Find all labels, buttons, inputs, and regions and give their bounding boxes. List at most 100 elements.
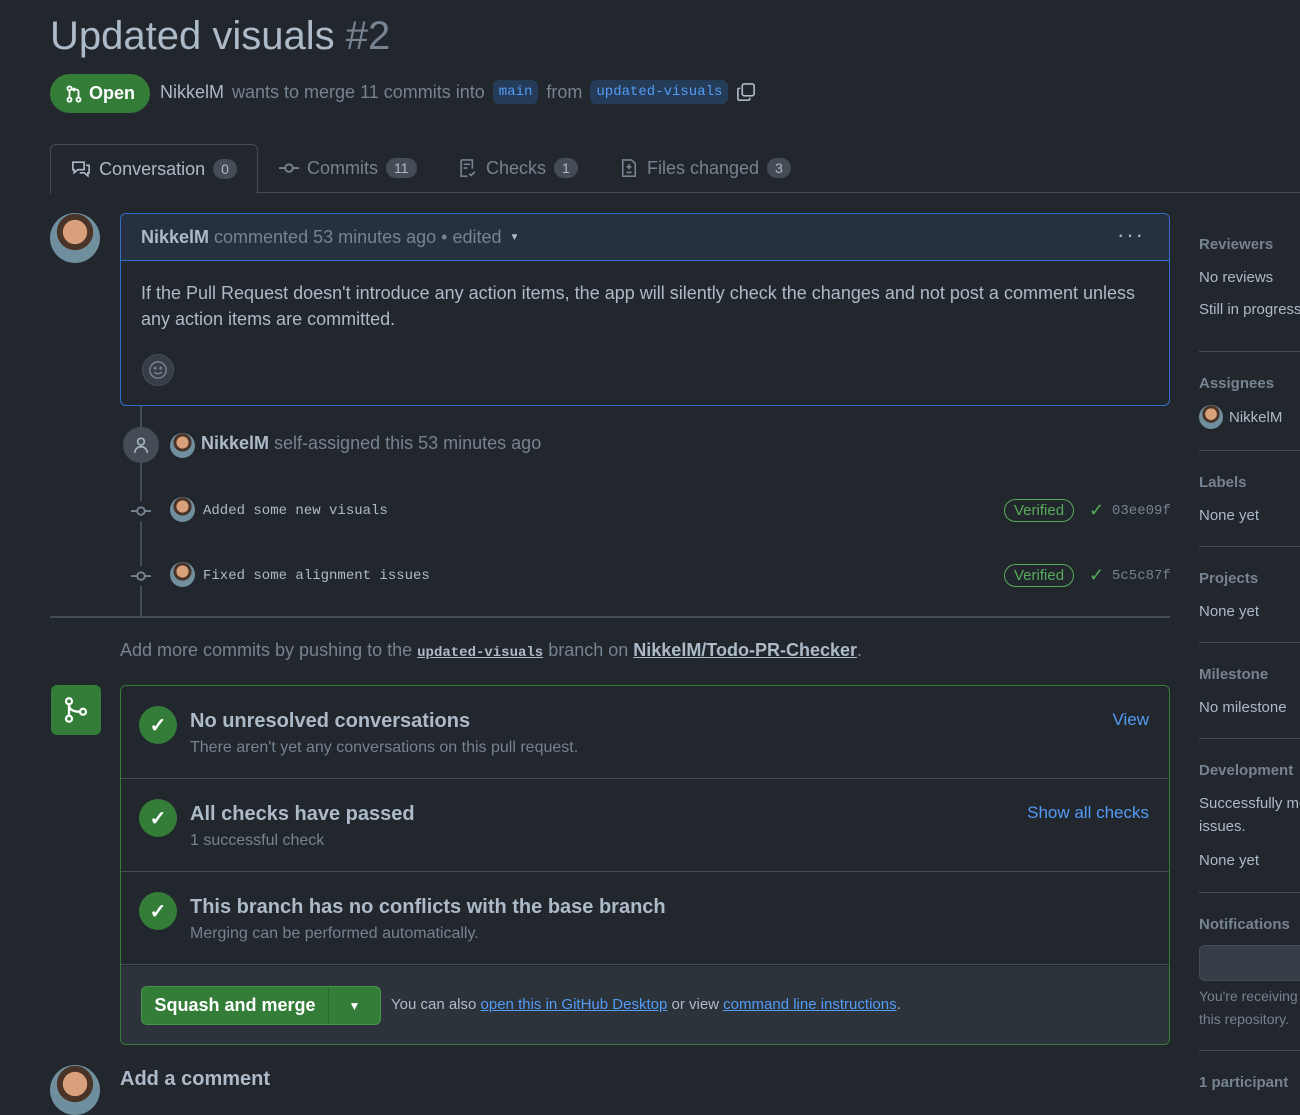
sidebar-divider — [1199, 892, 1300, 893]
merge-text: wants to merge 11 commits into — [232, 81, 485, 102]
tab-conversation-count: 0 — [213, 159, 237, 179]
avatar[interactable] — [170, 497, 195, 522]
milestone-value: No milestone — [1199, 699, 1287, 716]
merge-footer-text: You can also open this in GitHub Desktop… — [391, 996, 901, 1013]
merge-row-subtitle: Merging can be performed automatically. — [190, 925, 479, 942]
comment-meta[interactable]: commented 53 minutes ago • edited — [214, 227, 501, 248]
pr-title: Updated visuals #2 — [50, 14, 390, 59]
milestone-heading[interactable]: Milestone — [1199, 666, 1268, 683]
base-branch[interactable]: main — [492, 80, 539, 104]
comment-author-avatar[interactable] — [50, 213, 100, 263]
merge-row-checks: ✓ All checks have passed 1 successful ch… — [121, 779, 1169, 872]
hint-end: . — [857, 640, 863, 660]
file-diff-icon — [621, 159, 637, 177]
assignee-name[interactable]: NikkelM — [1229, 409, 1282, 426]
check-circle-icon: ✓ — [139, 892, 177, 930]
smiley-icon — [149, 361, 167, 379]
avatar[interactable] — [170, 433, 195, 458]
person-icon — [123, 427, 159, 463]
from-text: from — [546, 81, 583, 102]
merge-row-subtitle: 1 successful check — [190, 832, 325, 849]
merge-row-title: This branch has no conflicts with the ba… — [190, 896, 666, 918]
assign-user[interactable]: NikkelM — [201, 433, 269, 453]
projects-heading[interactable]: Projects — [1199, 570, 1258, 587]
repo-link[interactable]: NikkelM/Todo-PR-Checker — [633, 640, 857, 660]
tab-checks-label: Checks — [486, 157, 547, 178]
verified-badge[interactable]: Verified — [1004, 499, 1075, 522]
merge-row-conflicts: ✓ This branch has no conflicts with the … — [121, 872, 1169, 965]
comment-box: NikkelM commented 53 minutes ago • edite… — [120, 213, 1170, 406]
command-line-link[interactable]: command line instructions — [723, 996, 896, 1013]
foot-mid: or view — [671, 996, 719, 1013]
commit-icon — [279, 163, 299, 173]
labels-value: None yet — [1199, 507, 1260, 524]
reviewers-value: No reviews — [1199, 269, 1274, 286]
check-circle-icon: ✓ — [139, 799, 177, 837]
sidebar-divider — [1199, 450, 1300, 451]
pr-title-text: Updated visuals — [50, 14, 335, 58]
squash-merge-label[interactable]: Squash and merge — [142, 987, 329, 1024]
commit-sha[interactable]: 5c5c87f — [1112, 568, 1171, 584]
tab-commits-label: Commits — [307, 157, 378, 178]
assign-event: NikkelM self-assigned this 53 minutes ag… — [201, 433, 541, 454]
sidebar-divider — [1199, 1050, 1300, 1051]
assignees-heading[interactable]: Assignees — [1199, 375, 1274, 392]
development-text: Successfully me — [1199, 795, 1300, 812]
view-conversations-link[interactable]: View — [1112, 710, 1149, 730]
development-heading[interactable]: Development — [1199, 762, 1293, 779]
commit-message[interactable]: Added some new visuals — [203, 503, 388, 519]
chevron-down-icon[interactable]: ▼ — [510, 232, 520, 243]
check-icon: ✓ — [1089, 565, 1105, 585]
merge-box: ✓ No unresolved conversations There aren… — [120, 685, 1170, 1045]
squash-merge-button[interactable]: Squash and merge ▼ — [141, 986, 381, 1025]
head-branch[interactable]: updated-visuals — [590, 80, 729, 104]
comment-menu-button[interactable]: ··· — [1117, 222, 1145, 248]
avatar[interactable] — [170, 562, 195, 587]
triangle-down-icon[interactable]: ▼ — [329, 999, 380, 1013]
add-reaction-button[interactable] — [142, 354, 174, 386]
notifications-heading: Notifications — [1199, 916, 1290, 933]
timeline-divider — [50, 616, 1170, 618]
sidebar-divider — [1199, 351, 1300, 352]
tab-commits[interactable]: Commits 11 — [279, 144, 417, 192]
tab-checks[interactable]: Checks 1 — [458, 144, 578, 192]
avatar[interactable] — [1199, 405, 1223, 429]
subscribe-button[interactable] — [1199, 945, 1300, 981]
add-comment-heading: Add a comment — [120, 1068, 271, 1090]
tab-conversation[interactable]: Conversation 0 — [50, 144, 258, 194]
verified-badge[interactable]: Verified — [1004, 564, 1075, 587]
hint-mid: branch on — [548, 640, 629, 660]
tab-files-changed[interactable]: Files changed 3 — [619, 144, 791, 192]
copy-icon[interactable] — [736, 82, 756, 102]
commit-message[interactable]: Fixed some alignment issues — [203, 568, 430, 584]
sidebar-divider — [1199, 738, 1300, 739]
comment-body: If the Pull Request doesn't introduce an… — [141, 283, 1135, 329]
pr-sidebar: Reviewers No reviews Still in progress A… — [1199, 0, 1300, 1100]
checklist-icon — [460, 159, 476, 177]
author-link[interactable]: NikkelM — [160, 82, 224, 103]
merge-row-subtitle: There aren't yet any conversations on th… — [190, 739, 579, 756]
pr-number: #2 — [345, 14, 391, 58]
tab-files-changed-label: Files changed — [647, 157, 760, 178]
tab-conversation-label: Conversation — [99, 158, 206, 179]
labels-heading[interactable]: Labels — [1199, 474, 1247, 491]
merge-summary: NikkelM wants to merge 11 commits into m… — [160, 80, 756, 104]
projects-value: None yet — [1199, 603, 1260, 620]
tab-commits-count: 11 — [386, 158, 417, 178]
hint-branch-link[interactable]: updated-visuals — [417, 645, 543, 661]
commit-icon — [131, 566, 151, 586]
show-all-checks-link[interactable]: Show all checks — [1027, 803, 1149, 823]
development-text-2: issues. — [1199, 818, 1246, 835]
check-circle-icon: ✓ — [139, 706, 177, 744]
comment-author[interactable]: NikkelM — [141, 227, 209, 248]
commit-sha[interactable]: 03ee09f — [1112, 503, 1171, 519]
participants-heading: 1 participant — [1199, 1074, 1289, 1091]
reviewers-heading[interactable]: Reviewers — [1199, 236, 1273, 253]
pull-request-icon — [66, 84, 82, 103]
github-desktop-link[interactable]: open this in GitHub Desktop — [481, 996, 668, 1013]
merge-row-title: No unresolved conversations — [190, 710, 471, 732]
reviewers-status: Still in progress — [1199, 301, 1300, 318]
notifications-text-2: this repository. — [1199, 1011, 1289, 1027]
notifications-text: You're receiving — [1199, 988, 1298, 1004]
merge-row-title: All checks have passed — [190, 803, 415, 825]
